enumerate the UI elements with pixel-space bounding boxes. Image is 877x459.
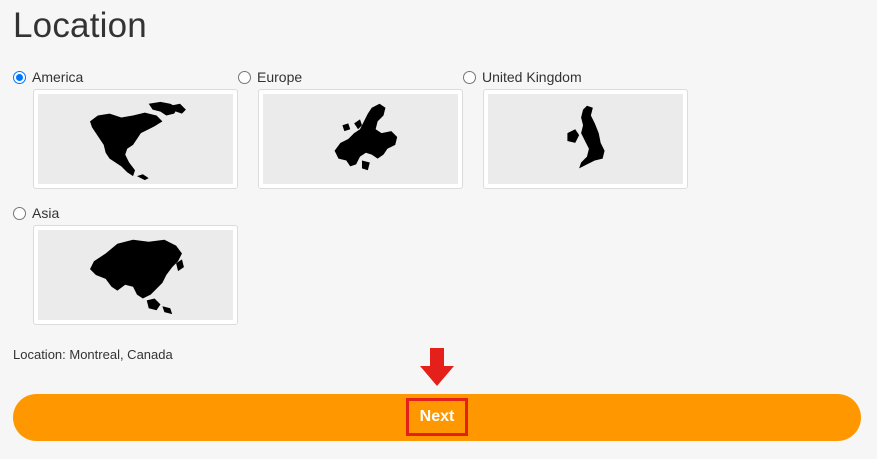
option-label-asia: Asia [32,205,60,221]
map-area-united-kingdom [488,94,683,184]
map-card-america[interactable] [33,89,238,189]
option-united-kingdom: United Kingdom [463,69,688,189]
map-card-asia[interactable] [33,225,238,325]
radio-europe[interactable] [238,70,251,84]
page-title: Location [13,6,147,45]
option-label-america: America [32,69,84,85]
next-button-label[interactable]: Next [406,398,468,436]
map-area-asia [38,230,233,320]
north-america-map-icon [90,101,186,181]
location-text: Location: Montreal, Canada [13,347,173,362]
radio-asia[interactable] [13,206,26,220]
radio-row-united-kingdom[interactable]: United Kingdom [463,69,582,85]
option-label-united-kingdom: United Kingdom [482,69,582,85]
map-area-america [38,94,233,184]
radio-row-america[interactable]: America [13,69,83,85]
united-kingdom-map-icon [567,105,605,169]
radio-row-asia[interactable]: Asia [13,205,59,221]
map-card-europe[interactable] [258,89,463,189]
option-asia: Asia [13,205,238,325]
map-card-united-kingdom[interactable] [483,89,688,189]
option-america: America [13,69,238,189]
radio-row-europe[interactable]: Europe [238,69,302,85]
option-europe: Europe [238,69,463,189]
map-area-europe [263,94,458,184]
radio-united-kingdom[interactable] [463,70,476,84]
down-arrow-icon [420,348,454,386]
europe-map-icon [334,103,398,171]
asia-map-icon [90,239,184,315]
option-label-europe: Europe [257,69,303,85]
radio-america[interactable] [13,70,26,84]
